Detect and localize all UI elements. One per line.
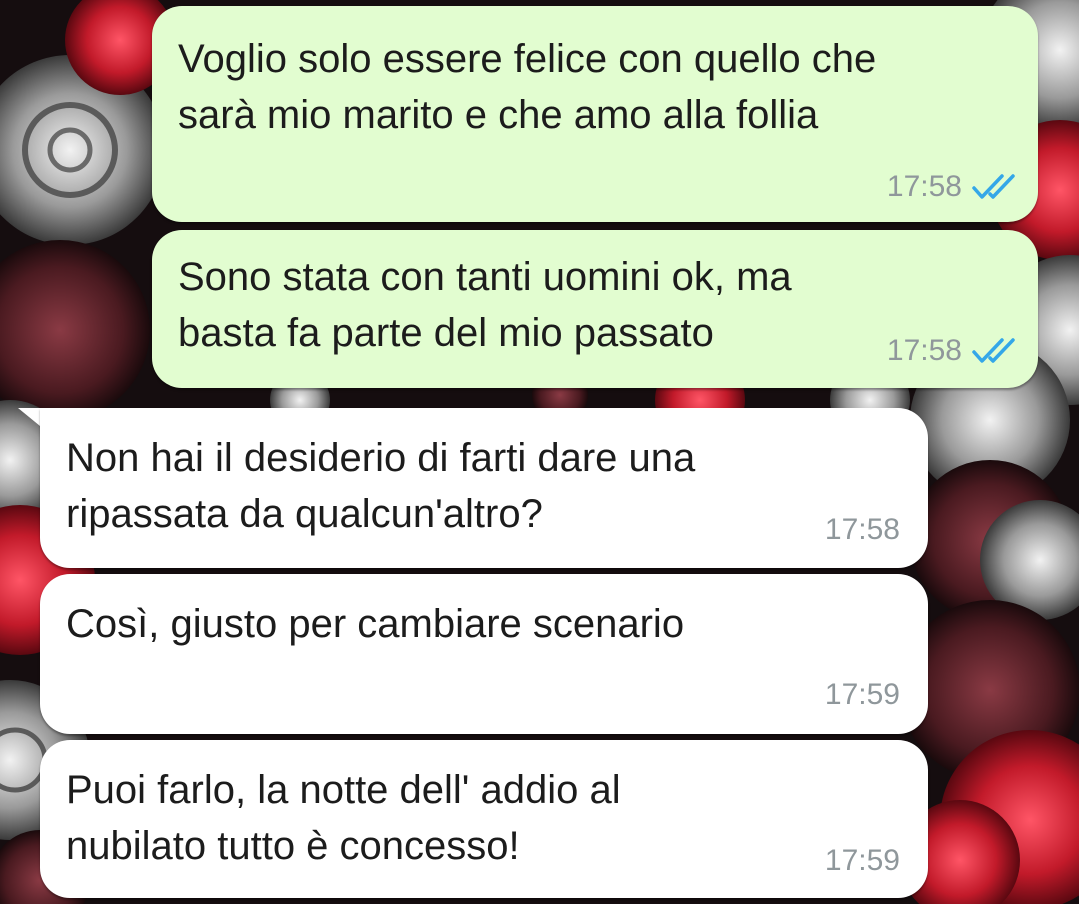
message-bubble-incoming[interactable]: Così, giusto per cambiare scenario 17:59 bbox=[40, 574, 928, 734]
message-text: Sono stata con tanti uomini ok, ma bbox=[178, 255, 792, 299]
message-text: Così, giusto per cambiare scenario bbox=[66, 602, 685, 646]
message-text: Voglio solo essere felice con quello che bbox=[178, 37, 877, 81]
message-meta: 17:58 bbox=[825, 513, 900, 547]
message-timestamp: 17:58 bbox=[886, 334, 962, 367]
double-check-read-icon bbox=[972, 338, 1015, 363]
message-meta: 17:58 bbox=[887, 170, 1016, 204]
message-text: Puoi farlo, la notte dell' addio al bbox=[66, 768, 621, 812]
message-text: basta fa parte del mio passato bbox=[178, 311, 714, 355]
message-text: Non hai il desiderio di farti dare una bbox=[66, 436, 696, 480]
message-bubble-incoming[interactable]: Non hai il desiderio di farti dare una r… bbox=[40, 408, 928, 568]
message-timestamp: 17:59 bbox=[824, 678, 900, 711]
message-timestamp: 17:58 bbox=[886, 170, 962, 203]
message-text: sarà mio marito e che amo alla follia bbox=[178, 93, 819, 137]
message-meta: 17:59 bbox=[825, 678, 900, 712]
message-text: nubilato tutto è concesso! bbox=[66, 824, 520, 868]
message-text: ripassata da qualcun'altro? bbox=[66, 492, 543, 536]
message-bubble-incoming[interactable]: Puoi farlo, la notte dell' addio al nubi… bbox=[40, 740, 928, 898]
message-timestamp: 17:58 bbox=[824, 513, 900, 546]
message-bubble-outgoing[interactable]: Voglio solo essere felice con quello che… bbox=[152, 6, 1038, 222]
double-check-read-icon bbox=[972, 174, 1015, 199]
message-bubble-outgoing[interactable]: Sono stata con tanti uomini ok, ma basta… bbox=[152, 230, 1038, 388]
message-meta: 17:59 bbox=[825, 844, 900, 878]
message-meta: 17:58 bbox=[887, 334, 1016, 368]
message-timestamp: 17:59 bbox=[824, 844, 900, 877]
